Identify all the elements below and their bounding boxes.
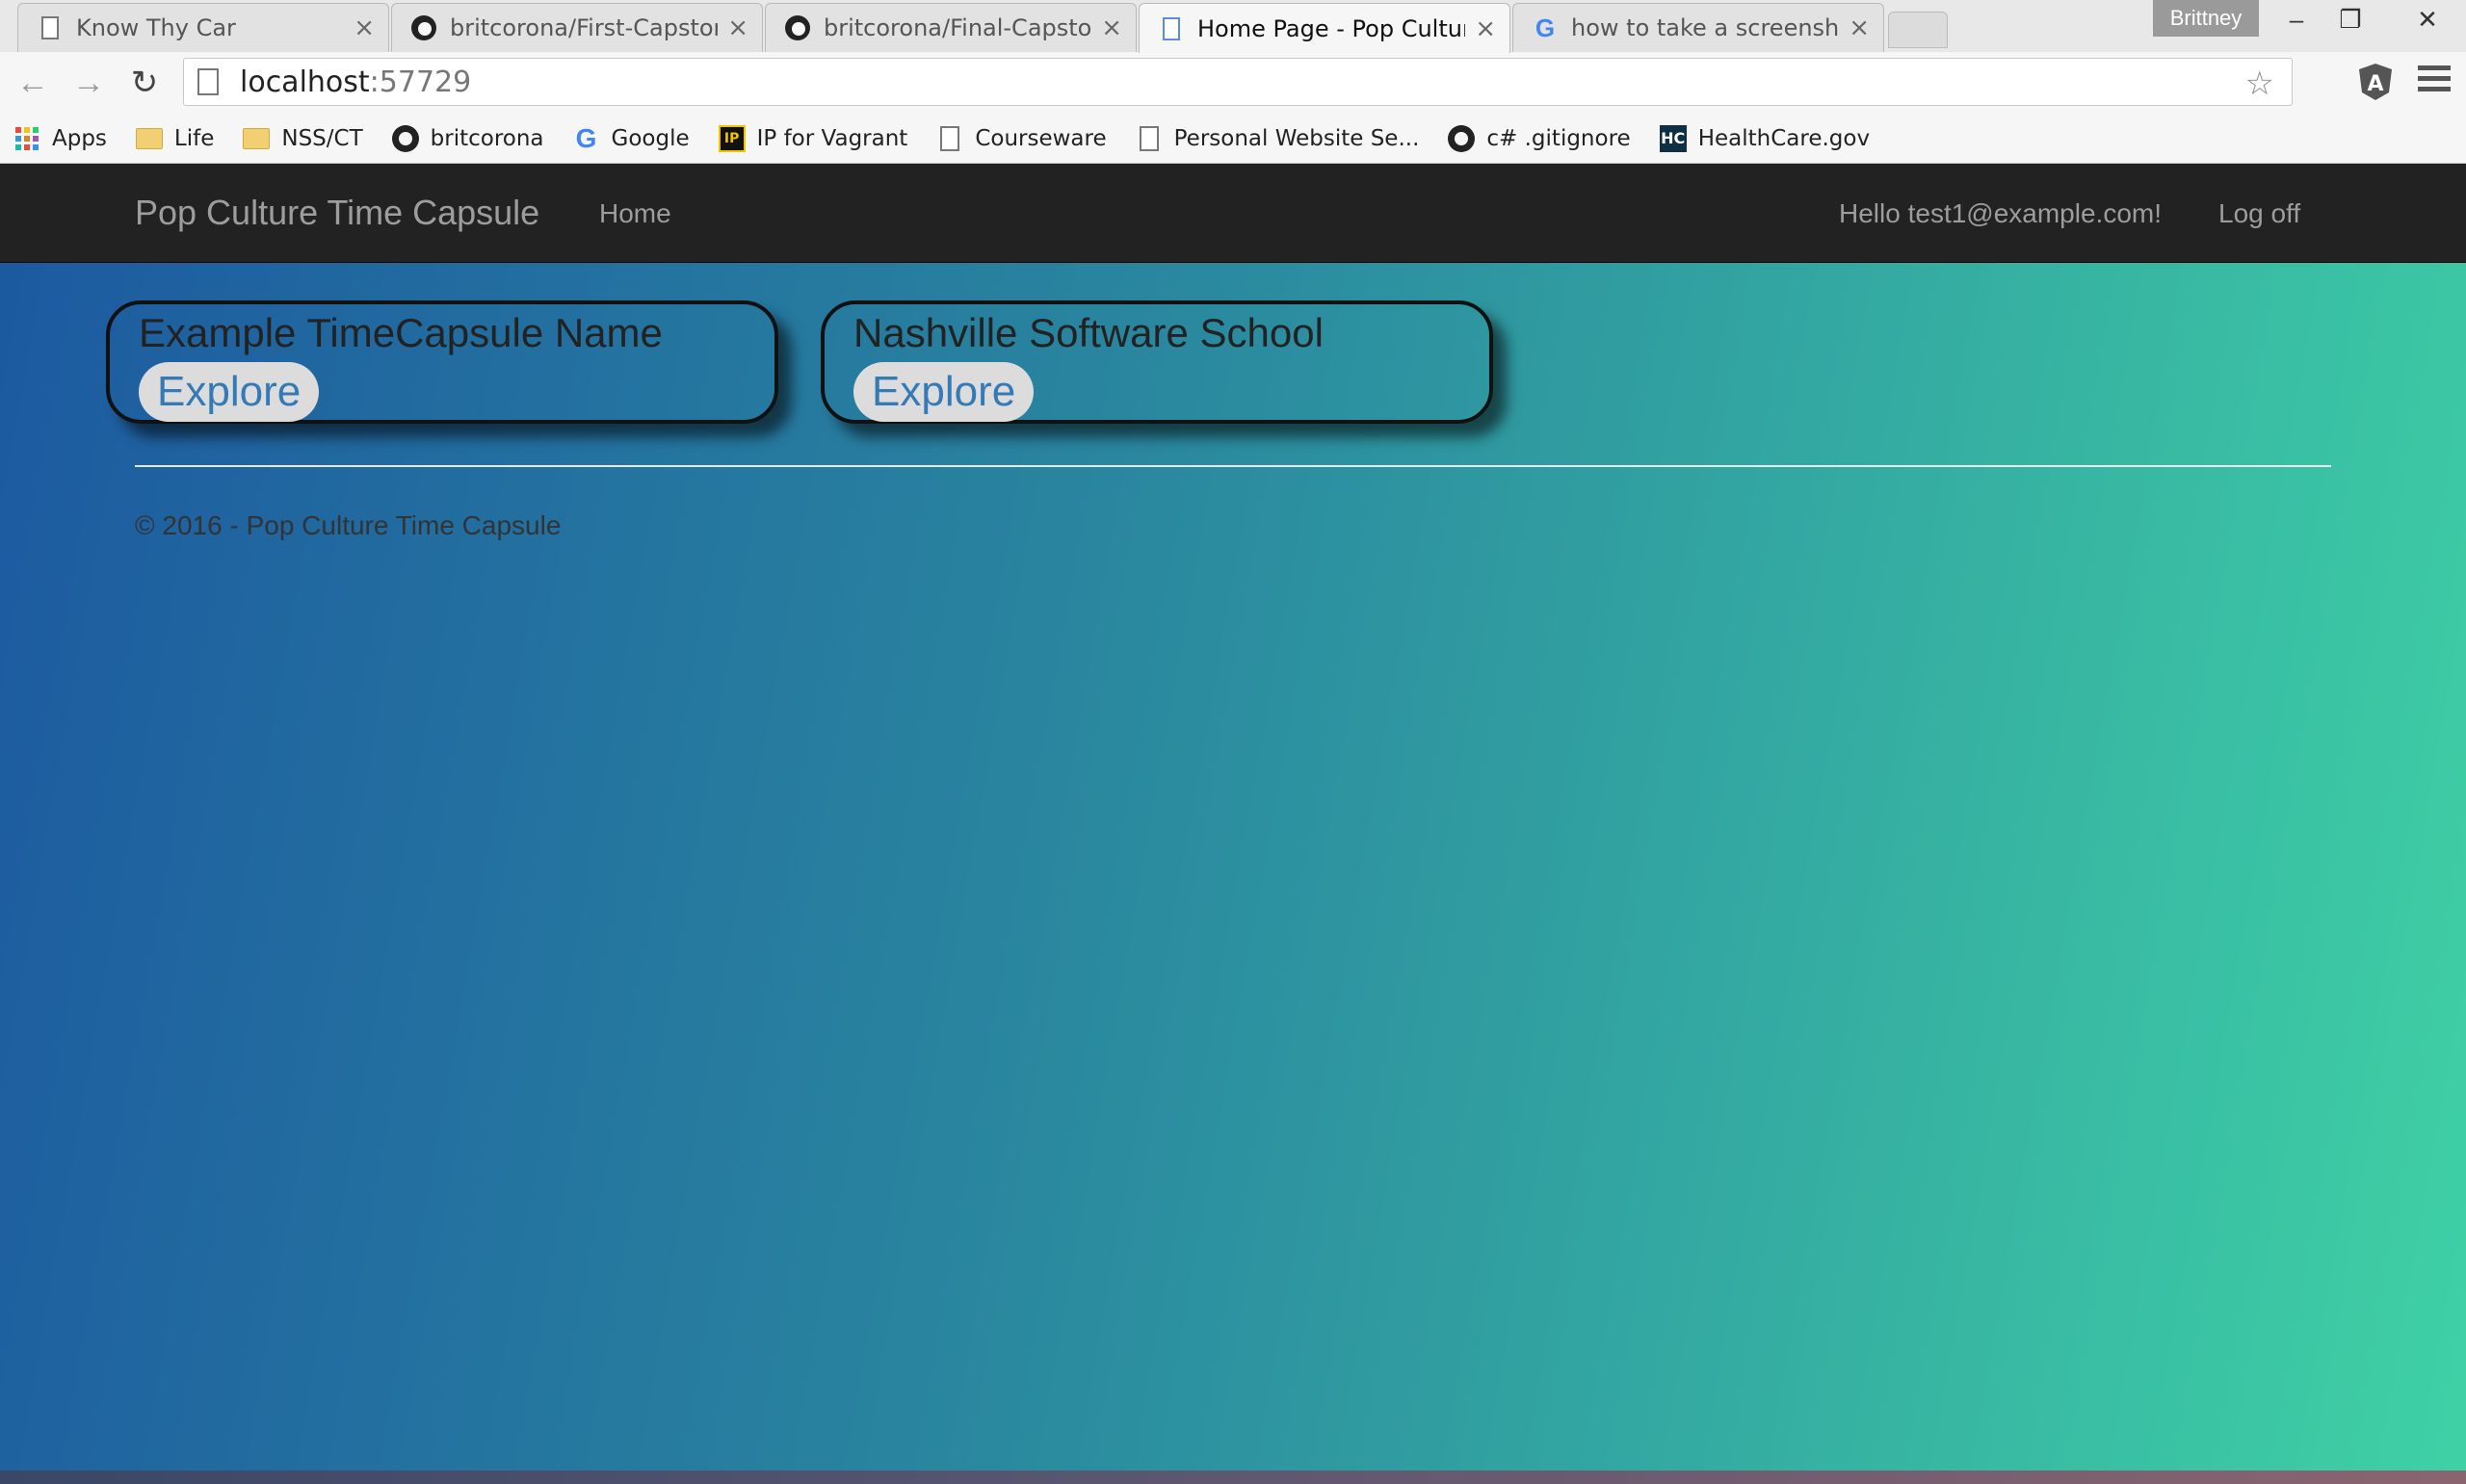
bookmark-label: Apps xyxy=(52,125,107,151)
bookmarks-bar: Apps Life NSS/CT britcorona G Google IP … xyxy=(0,114,2466,164)
tab-home-page-pop-culture[interactable]: Home Page - Pop Culture × xyxy=(1139,3,1510,53)
close-icon[interactable]: × xyxy=(1849,13,1870,42)
reload-icon[interactable]: ↻ xyxy=(121,60,168,106)
logoff-link[interactable]: Log off xyxy=(2218,198,2300,229)
bookmark-label: Personal Website Se... xyxy=(1173,125,1420,151)
google-icon: G xyxy=(575,122,597,153)
bookmark-life[interactable]: Life xyxy=(135,125,215,152)
explore-button[interactable]: Explore xyxy=(853,362,1035,422)
browser-toolbar: ← → ↻ localhost:57729 ☆ A xyxy=(0,52,2466,114)
bookmark-nss-ct[interactable]: NSS/CT xyxy=(243,125,363,152)
page-icon xyxy=(1136,125,1163,152)
url-text: localhost:57729 xyxy=(240,65,472,99)
tab-first-capstone[interactable]: britcorona/First-Capstone × xyxy=(391,3,763,52)
capsule-name: Nashville Software School xyxy=(853,310,1324,355)
address-bar[interactable]: localhost:57729 ☆ xyxy=(183,58,2293,106)
bookmark-ip-for-vagrant[interactable]: IP IP for Vagrant xyxy=(718,124,908,152)
menu-icon[interactable] xyxy=(2418,65,2451,98)
github-icon xyxy=(411,15,436,40)
os-taskbar xyxy=(0,1471,2466,1484)
bookmark-britcorona[interactable]: britcorona xyxy=(391,124,544,152)
bookmark-gitignore[interactable]: c# .gitignore xyxy=(1448,124,1631,152)
page-icon xyxy=(197,68,219,95)
folder-icon xyxy=(243,125,271,152)
bookmark-courseware[interactable]: Courseware xyxy=(936,125,1107,152)
bookmark-label: Life xyxy=(173,125,215,151)
page-viewport: Pop Culture Time Capsule Home Hello test… xyxy=(0,164,2466,1471)
nav-home-link[interactable]: Home xyxy=(599,198,671,229)
footer-divider xyxy=(135,465,2331,467)
site-navbar: Pop Culture Time Capsule Home Hello test… xyxy=(0,164,2466,263)
close-icon[interactable]: × xyxy=(354,13,375,42)
tab-title: britcorona/Final-Capstone xyxy=(824,14,1092,41)
bookmark-healthcare[interactable]: HC HealthCare.gov xyxy=(1659,124,1871,152)
bookmark-google[interactable]: G Google xyxy=(573,122,690,153)
footer-copyright: © 2016 - Pop Culture Time Capsule xyxy=(135,510,562,540)
bookmark-label: britcorona xyxy=(430,125,544,151)
star-icon[interactable]: ☆ xyxy=(2245,65,2274,103)
page-icon xyxy=(1159,16,1184,41)
tab-know-thy-car[interactable]: Know Thy Car × xyxy=(17,3,389,52)
site-brand-link[interactable]: Pop Culture Time Capsule xyxy=(135,193,539,233)
time-capsule-card: Nashville Software School Explore xyxy=(821,300,1493,424)
apps-grid-icon xyxy=(13,125,40,152)
healthcare-icon: HC xyxy=(1659,124,1687,152)
user-greeting-link[interactable]: Hello test1@example.com! xyxy=(1839,198,2162,229)
bookmark-label: c# .gitignore xyxy=(1486,125,1631,151)
close-icon[interactable]: × xyxy=(727,13,748,42)
bookmark-label: Google xyxy=(611,125,690,151)
tab-title: how to take a screenshot xyxy=(1571,14,1840,41)
profile-button[interactable]: Brittney xyxy=(2153,0,2259,37)
new-tab-button[interactable] xyxy=(1888,12,1948,48)
capsule-name: Example TimeCapsule Name xyxy=(139,310,663,355)
tab-title: Know Thy Car xyxy=(76,14,236,41)
minimize-icon[interactable]: – xyxy=(2269,0,2323,39)
restore-icon[interactable]: ❐ xyxy=(2323,0,2377,39)
ip-icon: IP xyxy=(718,124,746,152)
bookmark-apps[interactable]: Apps xyxy=(13,125,107,152)
angular-extension-icon[interactable]: A xyxy=(2358,63,2393,101)
tab-final-capstone[interactable]: britcorona/Final-Capstone × xyxy=(765,3,1137,52)
tab-title: Home Page - Pop Culture xyxy=(1197,14,1466,42)
bookmark-label: Courseware xyxy=(975,125,1107,151)
tab-strip: Know Thy Car × britcorona/First-Capstone… xyxy=(0,0,2466,53)
time-capsule-card: Example TimeCapsule Name Explore xyxy=(106,300,778,424)
github-icon xyxy=(785,15,810,40)
page-icon xyxy=(38,15,63,40)
folder-icon xyxy=(135,125,163,152)
forward-icon[interactable]: → xyxy=(66,60,112,106)
bookmark-label: NSS/CT xyxy=(281,125,363,151)
github-icon xyxy=(1448,124,1476,152)
bookmark-label: HealthCare.gov xyxy=(1697,125,1871,151)
tab-screenshot-search[interactable]: G how to take a screenshot × xyxy=(1512,3,1884,52)
bookmark-label: IP for Vagrant xyxy=(756,125,908,151)
google-icon: G xyxy=(1535,13,1556,42)
close-icon[interactable]: × xyxy=(1475,14,1496,43)
tab-title: britcorona/First-Capstone xyxy=(450,14,719,41)
svg-text:A: A xyxy=(2367,72,2383,96)
explore-button[interactable]: Explore xyxy=(139,362,320,422)
page-icon xyxy=(936,125,963,152)
back-icon[interactable]: ← xyxy=(10,60,56,106)
close-window-icon[interactable]: ✕ xyxy=(2389,0,2466,39)
github-icon xyxy=(391,124,419,152)
bookmark-personal-website[interactable]: Personal Website Se... xyxy=(1136,125,1420,152)
close-icon[interactable]: × xyxy=(1101,13,1122,42)
